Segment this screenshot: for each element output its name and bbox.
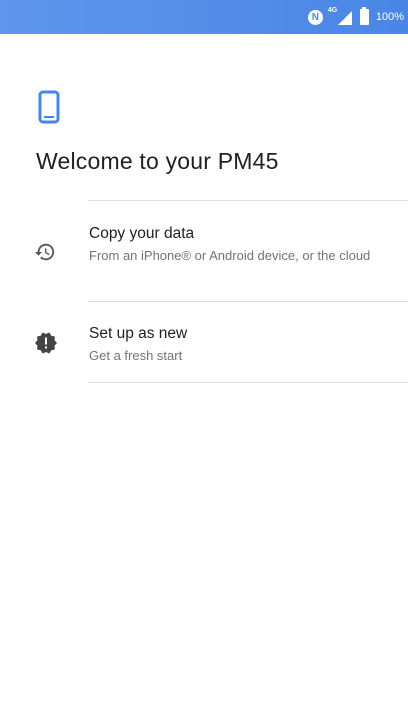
set-up-as-new-option[interactable]: Set up as new Get a fresh start [0, 302, 408, 382]
option-subtitle: From an iPhone® or Android device, or th… [89, 248, 371, 263]
divider [88, 382, 408, 383]
battery-icon [359, 7, 369, 25]
page-title: Welcome to your PM45 [36, 148, 279, 174]
network-type-label: 4G [327, 7, 338, 14]
option-subtitle: Get a fresh start [89, 348, 183, 363]
status-bar: N 4G 100% [0, 0, 408, 34]
copy-data-option[interactable]: Copy your data From an iPhone® or Androi… [0, 201, 408, 301]
signal-icon: 4G [327, 7, 352, 25]
option-title: Set up as new [89, 325, 188, 342]
history-icon [34, 241, 56, 268]
nfc-icon: N [307, 9, 323, 25]
option-title: Copy your data [89, 225, 195, 242]
phone-icon [38, 90, 60, 129]
status-icons: N 4G 100% [307, 0, 404, 34]
alert-badge-icon [34, 331, 58, 360]
battery-percentage: 100% [375, 11, 404, 23]
